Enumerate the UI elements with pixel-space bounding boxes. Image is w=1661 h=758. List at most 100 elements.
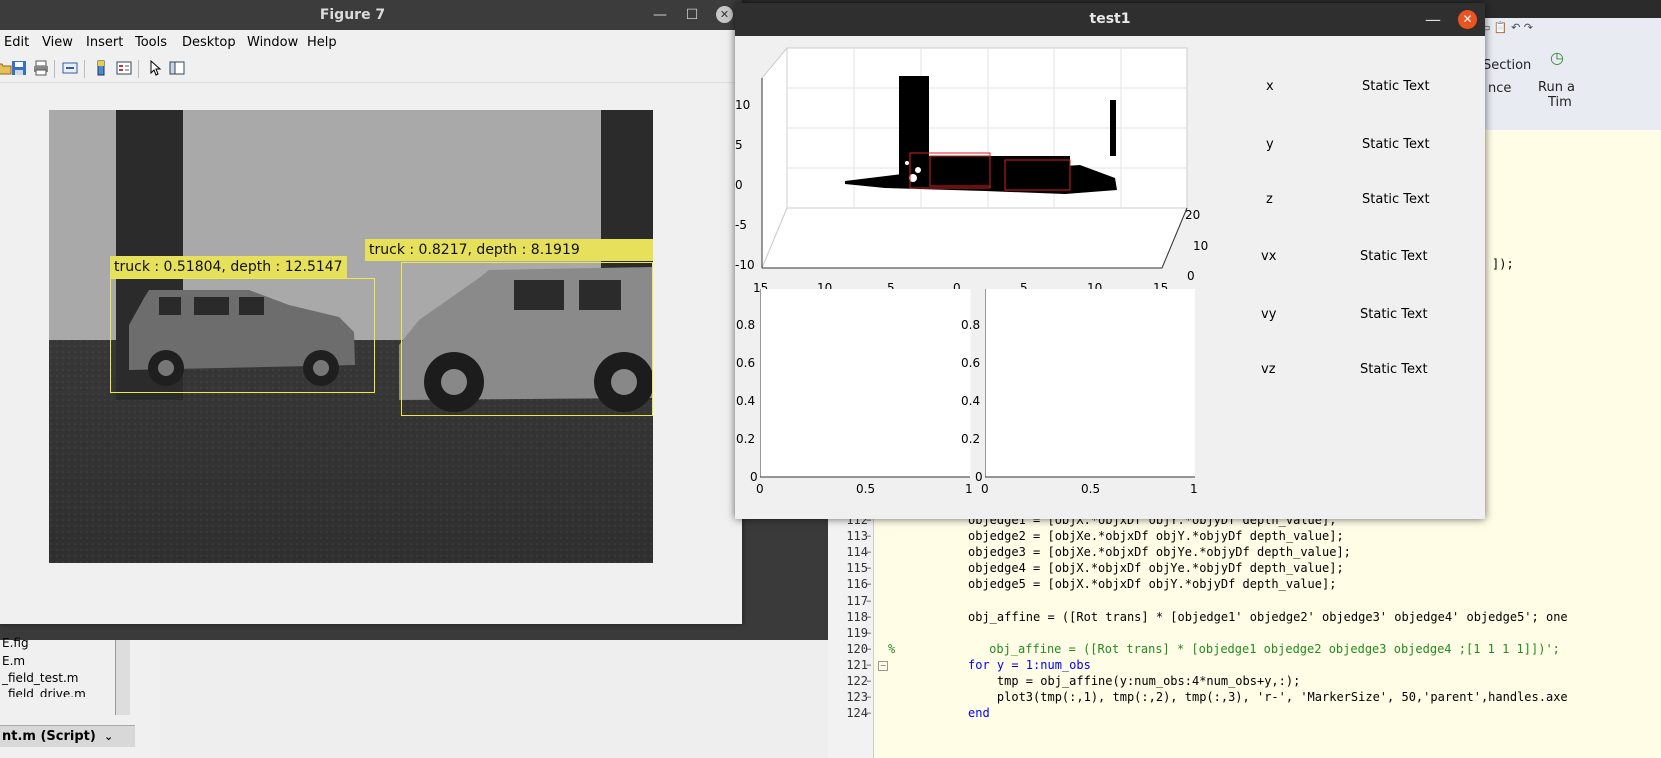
breakpoint-marker[interactable]: – bbox=[866, 545, 872, 558]
detection-image: truck : 0.51804, depth : 12.5147 truck :… bbox=[49, 110, 653, 563]
breakpoint-marker[interactable]: – bbox=[866, 577, 872, 590]
test1-titlebar[interactable]: test1 — ✕ bbox=[735, 3, 1485, 36]
code-line[interactable]: for y = 1:num_obs bbox=[968, 658, 1091, 672]
menu-window[interactable]: Window bbox=[247, 35, 298, 50]
axes-bottom-left[interactable] bbox=[760, 289, 972, 479]
minimize-icon[interactable]: — bbox=[1425, 3, 1441, 36]
y-tick-label: 0.8 bbox=[736, 318, 756, 332]
maximize-icon[interactable]: ☐ bbox=[678, 0, 706, 30]
x-tick-label: 1 bbox=[1190, 482, 1198, 496]
breakpoint-marker[interactable]: – bbox=[866, 610, 872, 623]
code-line[interactable]: end bbox=[968, 706, 990, 720]
detection-label-2: truck : 0.8217, depth : 8.1919 bbox=[365, 239, 653, 261]
z-tick-label: 0 bbox=[735, 178, 743, 192]
axes-bottom-right[interactable] bbox=[985, 289, 1197, 479]
pointcloud-3d-axes[interactable] bbox=[735, 38, 1225, 293]
code-line[interactable]: % obj_affine = ([Rot trans] * [objedge1 … bbox=[888, 642, 1560, 656]
y-tick-label: 0.6 bbox=[961, 356, 981, 370]
z-tick-label: -5 bbox=[735, 218, 747, 232]
detection-label-1: truck : 0.51804, depth : 12.5147 bbox=[110, 256, 347, 278]
z-tick-label: 10 bbox=[735, 98, 751, 112]
y-tick-label: 0.8 bbox=[961, 318, 981, 332]
x-tick-label: 0.5 bbox=[1081, 482, 1101, 496]
field-value-vz: Static Text bbox=[1360, 362, 1428, 377]
x-tick-label: 0 bbox=[981, 482, 989, 496]
detection-box-1 bbox=[110, 278, 375, 393]
line-number: 113 bbox=[846, 529, 868, 544]
save-icon[interactable] bbox=[11, 60, 27, 76]
y-tick-label: 0.4 bbox=[961, 394, 981, 408]
test1-window: test1 — ✕ 10 5 0 -5 -10 20 10 0 15 10 5 … bbox=[735, 3, 1485, 519]
axes-floor bbox=[761, 207, 1188, 269]
breakpoint-marker[interactable]: – bbox=[866, 529, 872, 542]
line-number: 124 bbox=[846, 706, 868, 721]
legend-icon[interactable] bbox=[116, 60, 132, 76]
breakpoint-marker[interactable]: – bbox=[866, 690, 872, 703]
code-line[interactable]: tmp = obj_affine(y:num_obs:4*num_obs+y,:… bbox=[968, 674, 1300, 688]
field-value-vy: Static Text bbox=[1360, 307, 1428, 322]
code-line[interactable]: objedge4 = [objX.*objxDf objYe.*objyDf d… bbox=[968, 561, 1344, 575]
code-line[interactable]: objedge5 = [objX.*objxDf objY.*objyDf de… bbox=[968, 577, 1336, 591]
fold-toggle-icon[interactable]: − bbox=[878, 660, 888, 671]
current-file-details[interactable]: nt.m (Script) ⌄ bbox=[0, 725, 135, 747]
breakpoint-marker[interactable]: – bbox=[866, 626, 872, 639]
menu-desktop[interactable]: Desktop bbox=[182, 35, 236, 50]
link-icon[interactable] bbox=[62, 60, 78, 76]
menu-tools[interactable]: Tools bbox=[135, 35, 167, 50]
pointer-icon[interactable] bbox=[147, 60, 163, 76]
matlab-toolstrip: ▭ 📋 ↶ ↷ Section nce Run a Tim ◷ bbox=[1480, 18, 1661, 133]
code-line[interactable]: objedge2 = [objXe.*objxDf objY.*objyDf d… bbox=[968, 529, 1344, 543]
menu-edit[interactable]: Edit bbox=[4, 35, 29, 50]
y-tick-label: 10 bbox=[1193, 239, 1209, 253]
file-item[interactable]: _field_test.m bbox=[2, 671, 78, 685]
breakpoint-marker[interactable]: – bbox=[866, 594, 872, 607]
code-line[interactable]: plot3(tmp(:,1), tmp(:,2), tmp(:,3), 'r-'… bbox=[968, 690, 1568, 704]
field-label-vy: vy bbox=[1261, 307, 1277, 322]
field-value-z: Static Text bbox=[1362, 192, 1430, 207]
run-and-time-label-1[interactable]: Run a bbox=[1538, 80, 1575, 95]
file-list-scrollbar[interactable] bbox=[115, 640, 130, 715]
line-number: 116 bbox=[846, 577, 868, 592]
toolbar-separator bbox=[84, 60, 85, 78]
breakpoint-marker[interactable]: – bbox=[866, 706, 872, 719]
toolbar-separator bbox=[54, 60, 55, 78]
y-tick-label: 0.4 bbox=[736, 394, 756, 408]
z-tick-label: -10 bbox=[735, 258, 755, 272]
close-icon[interactable]: ✕ bbox=[1458, 10, 1477, 29]
field-label-x: x bbox=[1266, 79, 1274, 94]
code-fragment: ]); bbox=[1492, 257, 1514, 271]
field-label-z: z bbox=[1266, 192, 1273, 207]
code-line[interactable]: obj_affine = ([Rot trans] * [objedge1' o… bbox=[968, 610, 1568, 624]
section-label[interactable]: Section bbox=[1483, 58, 1531, 73]
run-and-time-icon[interactable]: ◷ bbox=[1550, 48, 1564, 67]
file-item[interactable]: _field_drive.m bbox=[2, 687, 86, 697]
breakpoint-marker[interactable]: – bbox=[866, 642, 872, 655]
y-tick-label: 0.2 bbox=[736, 432, 756, 446]
menu-view[interactable]: View bbox=[42, 35, 73, 50]
property-editor-icon[interactable] bbox=[169, 60, 185, 76]
close-icon[interactable]: ✕ bbox=[716, 6, 733, 23]
menu-help[interactable]: Help bbox=[307, 35, 337, 50]
code-line[interactable]: objedge3 = [objXe.*objxDf objYe.*objyDf … bbox=[968, 545, 1351, 559]
command-area bbox=[160, 640, 830, 758]
breakpoint-marker[interactable]: – bbox=[866, 674, 872, 687]
line-number: 119 bbox=[846, 625, 868, 640]
breakpoint-marker[interactable]: – bbox=[866, 561, 872, 574]
detection-box-2 bbox=[401, 262, 653, 416]
file-item[interactable]: E.fig bbox=[2, 636, 29, 650]
colorbar-icon[interactable] bbox=[93, 60, 109, 76]
line-number: 121 bbox=[846, 657, 868, 672]
line-number: 118 bbox=[846, 609, 868, 624]
minimize-icon[interactable]: — bbox=[646, 0, 674, 30]
figure7-titlebar[interactable]: Figure 7 — ☐ ✕ bbox=[0, 0, 742, 30]
file-item[interactable]: E.m bbox=[2, 654, 25, 668]
line-number: 123 bbox=[846, 690, 868, 705]
advance-label[interactable]: nce bbox=[1488, 81, 1511, 96]
breakpoint-marker[interactable]: – bbox=[866, 658, 872, 671]
run-and-time-label-2[interactable]: Tim bbox=[1548, 95, 1572, 110]
line-number: 115 bbox=[846, 561, 868, 576]
field-label-y: y bbox=[1266, 137, 1274, 152]
menu-insert[interactable]: Insert bbox=[86, 35, 123, 50]
chevron-down-icon[interactable]: ⌄ bbox=[104, 726, 113, 748]
print-icon[interactable] bbox=[33, 60, 49, 76]
